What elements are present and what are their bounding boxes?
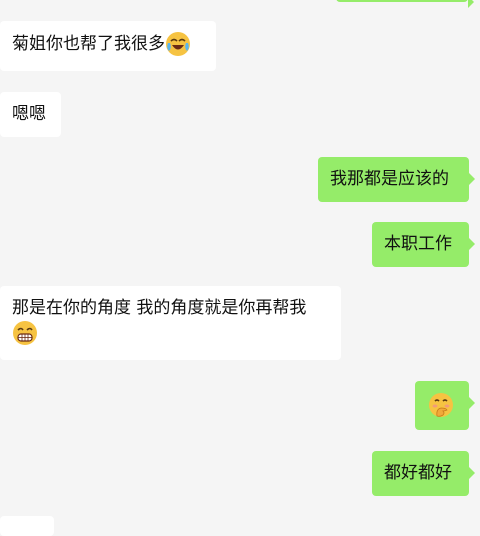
message-text: 本职工作 — [384, 234, 452, 254]
message-bubble-outgoing[interactable] — [336, 0, 474, 8]
message-bubble-incoming[interactable]: 嗯嗯 — [0, 92, 61, 137]
message-bubble-incoming[interactable]: 菊姐你也帮了我很多 — [0, 21, 216, 71]
message-bubble-outgoing[interactable]: 都好都好 — [372, 451, 475, 496]
message-text: 菊姐你也帮了我很多 — [12, 34, 165, 54]
message-bubble-outgoing[interactable]: 我那都是应该的 — [318, 157, 475, 202]
message-text: 那是在你的角度 我的角度就是你再帮我 — [12, 298, 307, 318]
chat-message-list[interactable]: 菊姐你也帮了我很多 嗯嗯 我那都是应该的 本职工作 那是在你的角度 我的角度就是… — [0, 0, 480, 536]
message-text: 都好都好 — [384, 463, 452, 483]
blushing-hand-over-mouth-emoji-icon — [428, 392, 454, 418]
message-bubble-outgoing[interactable]: 本职工作 — [372, 222, 475, 267]
message-text: 我那都是应该的 — [330, 169, 449, 189]
laughing-crying-emoji-icon — [165, 31, 191, 57]
message-bubble-outgoing[interactable] — [415, 381, 475, 430]
message-bubble-incoming[interactable]: 那是在你的角度 我的角度就是你再帮我 — [0, 286, 341, 360]
grinning-emoji-icon — [12, 320, 38, 346]
message-text: 嗯嗯 — [12, 104, 46, 124]
message-bubble-incoming[interactable] — [0, 516, 54, 536]
